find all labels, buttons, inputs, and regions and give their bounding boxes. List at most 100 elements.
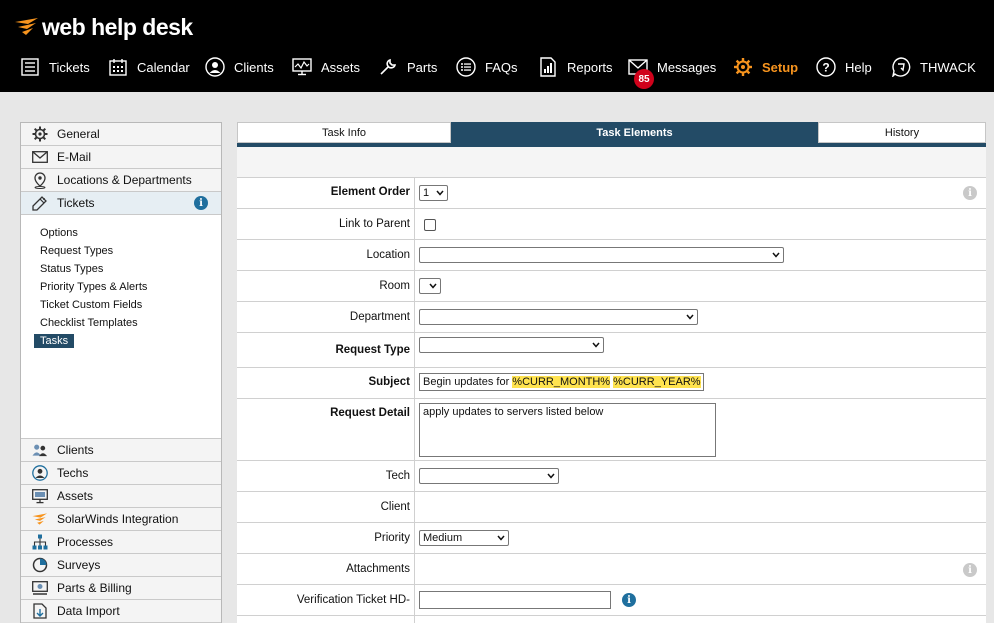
sidebar-item-general[interactable]: General (21, 123, 221, 146)
techs-person-icon (32, 465, 48, 481)
chevron-down-icon (686, 314, 694, 320)
row-separator (414, 492, 415, 522)
logo[interactable]: web help desk (14, 12, 193, 42)
sidebar-item-label: General (57, 127, 100, 141)
sidebar-item-label: Tickets (57, 196, 95, 210)
messages-count-badge: 85 (634, 69, 654, 89)
chevron-down-icon (547, 473, 555, 479)
processes-tree-icon (32, 534, 48, 550)
sidebar-item-locations[interactable]: Locations & Departments (21, 169, 221, 192)
sidebar-subitem-status-types[interactable]: Status Types (40, 263, 103, 275)
nav-help[interactable]: ? Help (816, 50, 872, 84)
info-icon[interactable]: i (963, 186, 977, 200)
solarwinds-icon (32, 511, 48, 527)
info-icon[interactable]: i (963, 563, 977, 577)
row-separator (414, 368, 415, 398)
sidebar-item-label: Techs (57, 466, 89, 480)
nav-assets[interactable]: Assets (292, 50, 360, 84)
help-question-icon: ? (816, 57, 836, 77)
sidebar-item-label: E-Mail (57, 150, 92, 164)
parts-billing-icon (32, 580, 48, 596)
nav-label: Messages (657, 59, 717, 75)
row-separator (414, 523, 415, 553)
nav-parts[interactable]: Parts (378, 50, 437, 84)
tab-history[interactable]: History (818, 122, 986, 143)
sidebar-item-surveys[interactable]: Surveys (21, 554, 221, 577)
tech-label: Tech (385, 470, 410, 482)
row-separator (414, 461, 415, 491)
link-to-parent-checkbox[interactable] (424, 219, 436, 231)
nav-setup[interactable]: Setup (733, 50, 798, 84)
row-separator (414, 616, 415, 623)
sidebar-item-label: Surveys (57, 558, 101, 572)
sidebar-item-label: Parts & Billing (57, 581, 132, 595)
solarwinds-logo-icon (14, 16, 40, 38)
sidebar-subitem-request-types[interactable]: Request Types (40, 245, 113, 257)
info-icon[interactable]: i (194, 196, 208, 210)
nav-faqs[interactable]: FAQs (456, 50, 518, 84)
clients-person-icon (205, 57, 225, 77)
clients-group-icon (32, 442, 48, 458)
sidebar-item-processes[interactable]: Processes (21, 531, 221, 554)
sidebar-item-assets[interactable]: Assets (21, 485, 221, 508)
subject-input[interactable]: Begin updates for %CURR_MONTH% %CURR_YEA… (419, 373, 704, 391)
nav-label: Tickets (49, 59, 90, 75)
priority-select[interactable]: Medium (419, 530, 509, 546)
sidebar-item-techs[interactable]: Techs (21, 462, 221, 485)
top-bar: web help desk Tickets Calendar Clients A… (0, 0, 994, 92)
nav-clients[interactable]: Clients (205, 50, 274, 84)
row-priority: Priority Medium (237, 523, 986, 554)
request-detail-textarea[interactable]: apply updates to servers listed below (419, 403, 716, 457)
row-element-order: Element Order 1 i (237, 178, 986, 209)
link-to-parent-label: Link to Parent (339, 218, 410, 230)
surveys-pie-icon (32, 557, 48, 573)
sidebar-subitem-priority-types[interactable]: Priority Types & Alerts (40, 281, 147, 293)
sidebar-item-data-import[interactable]: Data Import (21, 600, 221, 623)
nav-calendar[interactable]: Calendar (108, 50, 190, 84)
sidebar-item-tickets[interactable]: Tickets i (21, 192, 221, 215)
sidebar-subitem-checklist-templates[interactable]: Checklist Templates (40, 317, 138, 329)
nav-tickets[interactable]: Tickets (20, 50, 90, 84)
nav-label: Assets (321, 59, 361, 75)
department-select[interactable] (419, 309, 698, 325)
sidebar-item-clients[interactable]: Clients (21, 439, 221, 462)
row-location: Location (237, 240, 986, 271)
tech-select[interactable] (419, 468, 559, 484)
verification-ticket-input[interactable] (419, 591, 611, 609)
chevron-down-icon (436, 190, 444, 196)
nav-label: FAQs (485, 59, 518, 75)
logo-text: web help desk (42, 13, 193, 40)
request-type-select[interactable] (419, 337, 604, 353)
reports-chart-icon (538, 57, 558, 77)
nav-reports[interactable]: Reports (538, 50, 613, 84)
nav-thwack[interactable]: THWACK (891, 50, 976, 84)
sidebar-subitem-options[interactable]: Options (40, 227, 78, 239)
location-select[interactable] (419, 247, 784, 263)
nav-label: Clients (234, 59, 274, 75)
room-select[interactable] (419, 278, 441, 294)
sidebar-item-parts-billing[interactable]: Parts & Billing (21, 577, 221, 600)
info-icon[interactable]: i (622, 593, 636, 607)
location-pin-icon (32, 171, 48, 189)
sidebar-item-solarwinds[interactable]: SolarWinds Integration (21, 508, 221, 531)
row-room: Room (237, 271, 986, 302)
verification-ticket-label: Verification Ticket HD- (296, 594, 410, 606)
tab-task-elements[interactable]: Task Elements (451, 122, 818, 143)
row-separator (414, 585, 415, 615)
element-order-select[interactable]: 1 (419, 185, 448, 201)
request-detail-label: Request Detail (330, 407, 410, 419)
sidebar-subitem-ticket-custom-fields[interactable]: Ticket Custom Fields (40, 299, 142, 311)
chevron-down-icon (429, 283, 437, 289)
tab-task-info[interactable]: Task Info (237, 122, 451, 143)
sidebar-item-email[interactable]: E-Mail (21, 146, 221, 169)
subject-token-year: %CURR_YEAR% (613, 376, 701, 388)
row-client: Client (237, 492, 986, 523)
sidebar-item-label: Clients (57, 443, 94, 457)
chevron-down-icon (497, 535, 505, 541)
subject-label: Subject (368, 376, 410, 388)
sidebar-subitem-tasks[interactable]: Tasks (34, 334, 75, 348)
task-tabs: Task Info Task Elements History (237, 122, 986, 143)
row-department: Department (237, 302, 986, 333)
element-order-value: 1 (423, 187, 430, 199)
assets-monitor-icon (292, 57, 312, 77)
